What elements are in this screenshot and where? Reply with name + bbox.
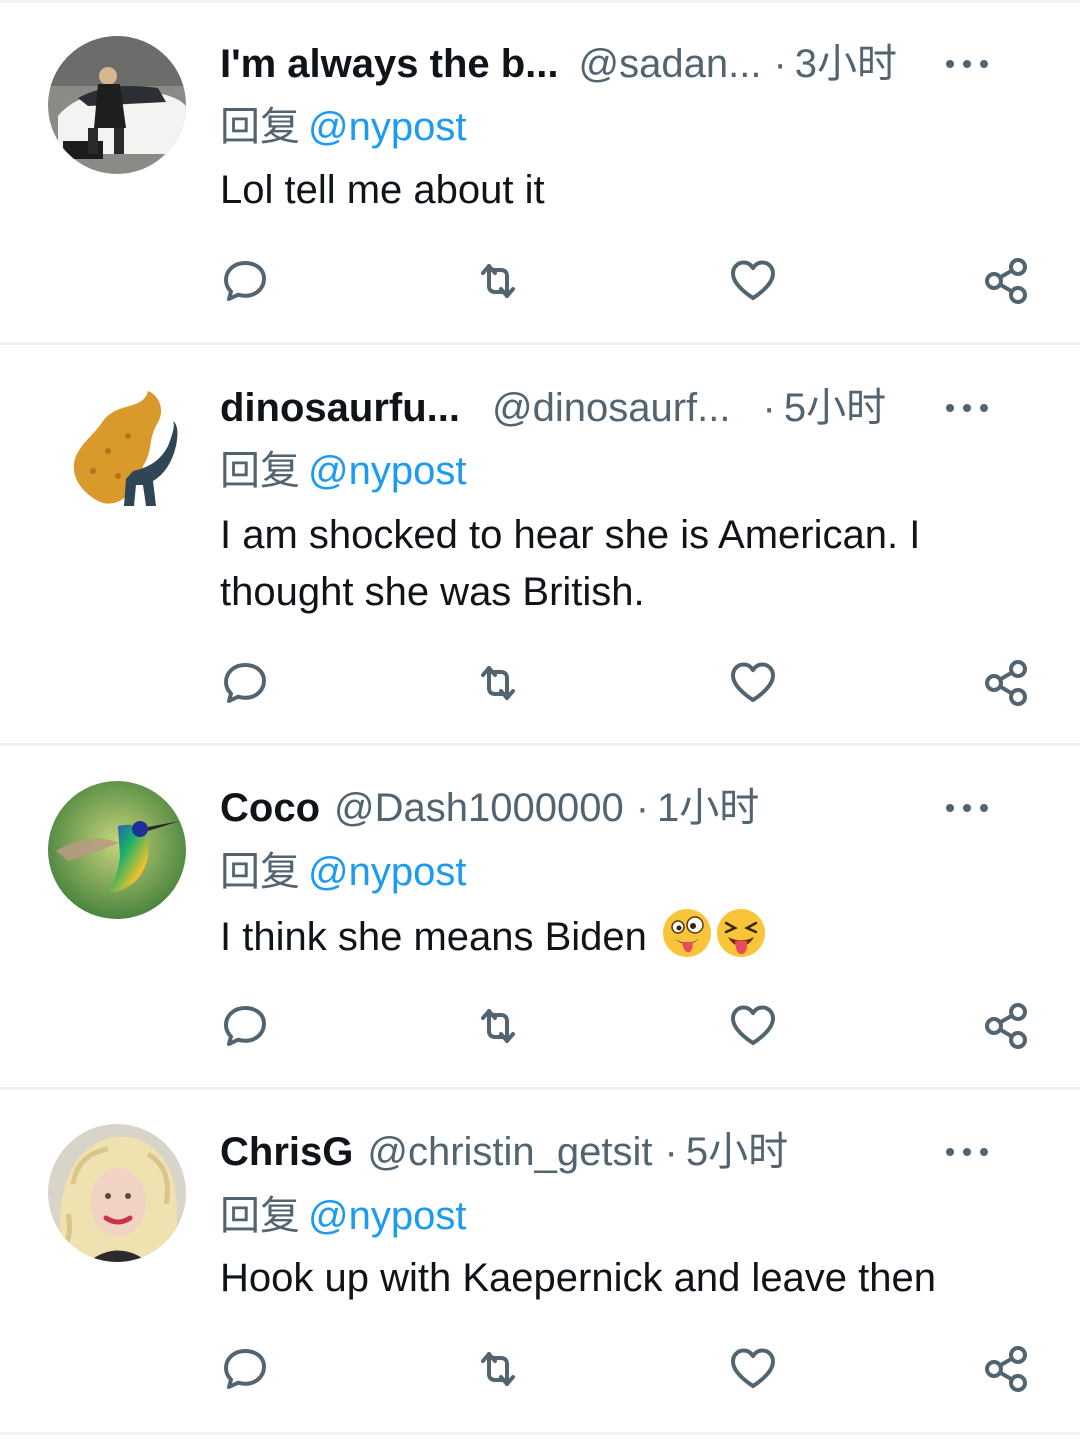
avatar[interactable] — [48, 36, 186, 174]
replying-to: 回复 @nypost — [220, 848, 466, 896]
timestamp[interactable]: 1小时 — [657, 785, 759, 831]
action-bar — [0, 655, 1080, 711]
tweet-text: I am shocked to hear she is American. I … — [220, 513, 921, 614]
mention-link[interactable]: @nypost — [308, 449, 466, 493]
separator-dot: · — [664, 1130, 678, 1174]
tweet-text: Lol tell me about it — [220, 168, 545, 212]
tweet-header: ChrisG @christin_getsit · 5小时 — [220, 1129, 1040, 1175]
reply-label: 回复 — [220, 105, 300, 149]
like-icon[interactable] — [725, 253, 781, 309]
tweet-3[interactable]: Coco @Dash1000000 · 1小时 回复 @nypost I thin… — [0, 746, 1080, 1087]
retweet-icon[interactable] — [470, 998, 526, 1054]
display-name[interactable]: ChrisG — [220, 1129, 353, 1175]
retweet-icon[interactable] — [470, 253, 526, 309]
timestamp[interactable]: 5小时 — [686, 1129, 788, 1175]
user-handle[interactable]: @Dash1000000 — [334, 785, 624, 831]
display-name[interactable]: Coco — [220, 785, 320, 831]
tweet-text-container: I think she means Biden — [220, 908, 1040, 966]
mention-link[interactable]: @nypost — [308, 1194, 466, 1238]
more-options-icon[interactable] — [946, 385, 988, 431]
display-name[interactable]: dinosaurfu... — [220, 385, 460, 431]
zany-face-emoji — [663, 909, 712, 957]
reply-label: 回复 — [220, 850, 300, 894]
display-name[interactable]: I'm always the b... — [220, 41, 559, 87]
tweet-header: I'm always the b... @sadan... · 3小时 — [220, 41, 1040, 87]
more-options-icon[interactable] — [946, 785, 988, 831]
separator-dot: · — [635, 786, 650, 830]
action-bar — [0, 1341, 1080, 1397]
separator-dot: · — [773, 42, 787, 86]
avatar[interactable] — [48, 381, 186, 519]
tweet-header: Coco @Dash1000000 · 1小时 — [220, 785, 1040, 831]
reply-label: 回复 — [220, 1194, 300, 1238]
like-icon[interactable] — [725, 998, 781, 1054]
reply-label: 回复 — [220, 449, 300, 493]
action-bar — [0, 998, 1080, 1054]
replying-to: 回复 @nypost — [220, 447, 466, 495]
user-handle[interactable]: @christin_getsit — [367, 1129, 652, 1175]
share-icon[interactable] — [978, 655, 1034, 711]
timestamp[interactable]: 3小时 — [795, 41, 897, 87]
mention-link[interactable]: @nypost — [308, 105, 466, 149]
tweet-2[interactable]: dinosaurfu... @dinosaurf... · 5小时 回复 @nyp… — [0, 345, 1080, 743]
more-options-icon[interactable] — [946, 1129, 988, 1175]
reply-icon[interactable] — [217, 1341, 273, 1397]
replying-to: 回复 @nypost — [220, 103, 466, 151]
retweet-icon[interactable] — [470, 1341, 526, 1397]
timestamp[interactable]: 5小时 — [784, 385, 886, 431]
share-icon[interactable] — [978, 253, 1034, 309]
reply-feed: I'm always the b... @sadan... · 3小时 回复 @n… — [0, 0, 1080, 1443]
reply-icon[interactable] — [217, 253, 273, 309]
share-icon[interactable] — [978, 1341, 1034, 1397]
avatar-car-person-image — [48, 36, 186, 174]
retweet-icon[interactable] — [470, 655, 526, 711]
like-icon[interactable] — [725, 1341, 781, 1397]
action-bar — [0, 253, 1080, 309]
tweet-text: Hook up with Kaepernick and leave then — [220, 1256, 937, 1300]
avatar-blonde-woman-image — [48, 1124, 186, 1262]
tweet-4[interactable]: ChrisG @christin_getsit · 5小时 回复 @nypost … — [0, 1090, 1080, 1430]
avatar-hummingbird-image — [48, 781, 186, 919]
tweet-text: I think she means Biden — [220, 915, 647, 959]
tweet-1[interactable]: I'm always the b... @sadan... · 3小时 回复 @n… — [0, 0, 1080, 343]
squinting-tongue-face-emoji — [717, 909, 766, 957]
mention-link[interactable]: @nypost — [308, 850, 466, 894]
divider — [0, 1432, 1080, 1435]
user-handle[interactable]: @dinosaurf... — [492, 385, 731, 431]
reply-icon[interactable] — [217, 998, 273, 1054]
user-handle[interactable]: @sadan... — [579, 41, 762, 87]
more-options-icon[interactable] — [946, 41, 988, 87]
replying-to: 回复 @nypost — [220, 1192, 466, 1240]
avatar[interactable] — [48, 781, 186, 919]
avatar-dino-nugget-image — [48, 381, 186, 519]
like-icon[interactable] — [725, 655, 781, 711]
share-icon[interactable] — [978, 998, 1034, 1054]
avatar[interactable] — [48, 1124, 186, 1262]
separator-dot: · — [762, 386, 776, 430]
tweet-header: dinosaurfu... @dinosaurf... · 5小时 — [220, 385, 1040, 431]
reply-icon[interactable] — [217, 655, 273, 711]
